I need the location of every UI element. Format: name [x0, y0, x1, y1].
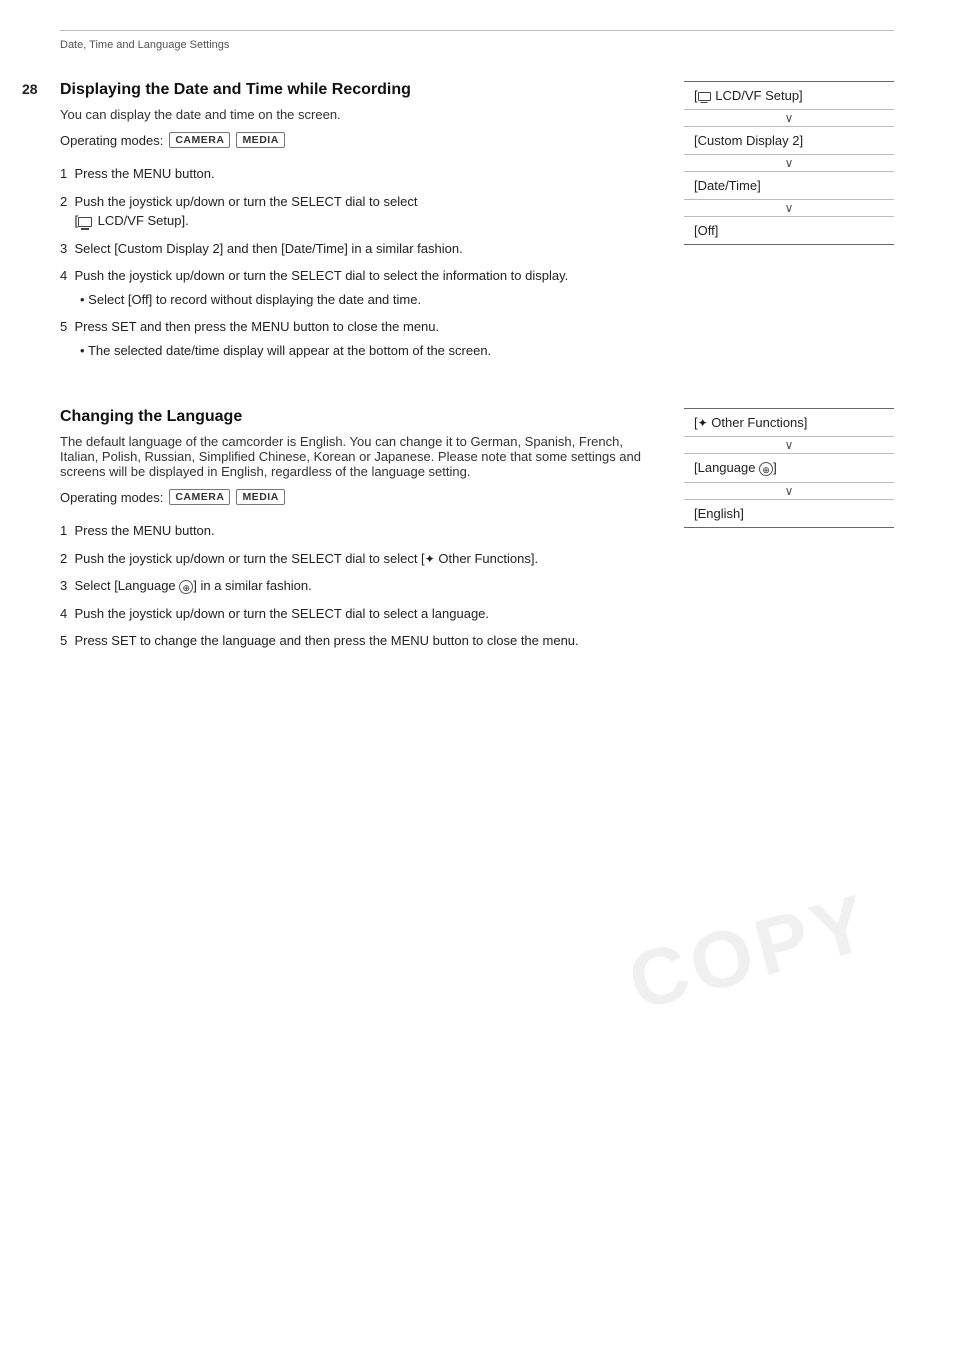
- mode-badge-camera-1: CAMERA: [169, 132, 230, 148]
- section2-intro: The default language of the camcorder is…: [60, 434, 664, 479]
- menu-item-datetime: [Date/Time]: [684, 171, 894, 200]
- top-border: [60, 30, 894, 31]
- arrow-1: ∨: [684, 110, 894, 126]
- section2-menu-chain: [✦ Other Functions] ∨ [Language ⊕] ∨ [En…: [684, 408, 894, 659]
- section2-title: Changing the Language: [60, 408, 664, 426]
- menu-item-english: [English]: [684, 499, 894, 528]
- section1-operating-modes: Operating modes: CAMERA MEDIA: [60, 132, 664, 148]
- mode-badge-camera-2: CAMERA: [169, 489, 230, 505]
- section1-left: 28 Displaying the Date and Time while Re…: [60, 81, 664, 368]
- step-1-5: 5 Press SET and then press the MENU butt…: [60, 317, 664, 360]
- section2-steps: 1 Press the MENU button. 2 Push the joys…: [60, 521, 664, 651]
- arrow-2: ∨: [684, 155, 894, 171]
- step-1-3: 3 Select [Custom Display 2] and then [Da…: [60, 239, 664, 259]
- section-date-time: 28 Displaying the Date and Time while Re…: [60, 81, 894, 368]
- mode-badge-media-1: MEDIA: [236, 132, 284, 148]
- menu-item-language: [Language ⊕]: [684, 453, 894, 483]
- section1-title: Displaying the Date and Time while Recor…: [60, 81, 664, 99]
- watermark: COPY: [620, 876, 882, 1029]
- step-1-2: 2 Push the joystick up/down or turn the …: [60, 192, 664, 231]
- step-2-5: 5 Press SET to change the language and t…: [60, 631, 664, 651]
- step-1-5a: The selected date/time display will appe…: [80, 341, 664, 361]
- section1-intro: You can display the date and time on the…: [60, 107, 664, 122]
- mode-badge-media-2: MEDIA: [236, 489, 284, 505]
- step-2-3: 3 Select [Language ⊕] in a similar fashi…: [60, 576, 664, 596]
- page-number: 28: [22, 81, 38, 97]
- section2-operating-modes: Operating modes: CAMERA MEDIA: [60, 489, 664, 505]
- arrow-4: ∨: [684, 437, 894, 453]
- arrow-5: ∨: [684, 483, 894, 499]
- operating-modes-label: Operating modes:: [60, 133, 163, 148]
- breadcrumb: Date, Time and Language Settings: [60, 39, 894, 51]
- section2-left: Changing the Language The default langua…: [60, 408, 664, 659]
- section1-menu-chain: [ LCD/VF Setup] ∨ [Custom Display 2] ∨ […: [684, 81, 894, 368]
- operating-modes-label-2: Operating modes:: [60, 490, 163, 505]
- step-1-4a: Select [Off] to record without displayin…: [80, 290, 664, 310]
- step-1-1: 1 Press the MENU button.: [60, 164, 664, 184]
- menu-item-custom-display: [Custom Display 2]: [684, 126, 894, 155]
- step-2-1: 1 Press the MENU button.: [60, 521, 664, 541]
- menu-item-other-functions: [✦ Other Functions]: [684, 408, 894, 437]
- arrow-3: ∨: [684, 200, 894, 216]
- section-language: Changing the Language The default langua…: [60, 408, 894, 659]
- menu-item-off: [Off]: [684, 216, 894, 245]
- step-2-2: 2 Push the joystick up/down or turn the …: [60, 549, 664, 569]
- menu-item-lcd: [ LCD/VF Setup]: [684, 81, 894, 110]
- step-2-4: 4 Push the joystick up/down or turn the …: [60, 604, 664, 624]
- step-1-4: 4 Push the joystick up/down or turn the …: [60, 266, 664, 309]
- section1-steps: 1 Press the MENU button. 2 Push the joys…: [60, 164, 664, 360]
